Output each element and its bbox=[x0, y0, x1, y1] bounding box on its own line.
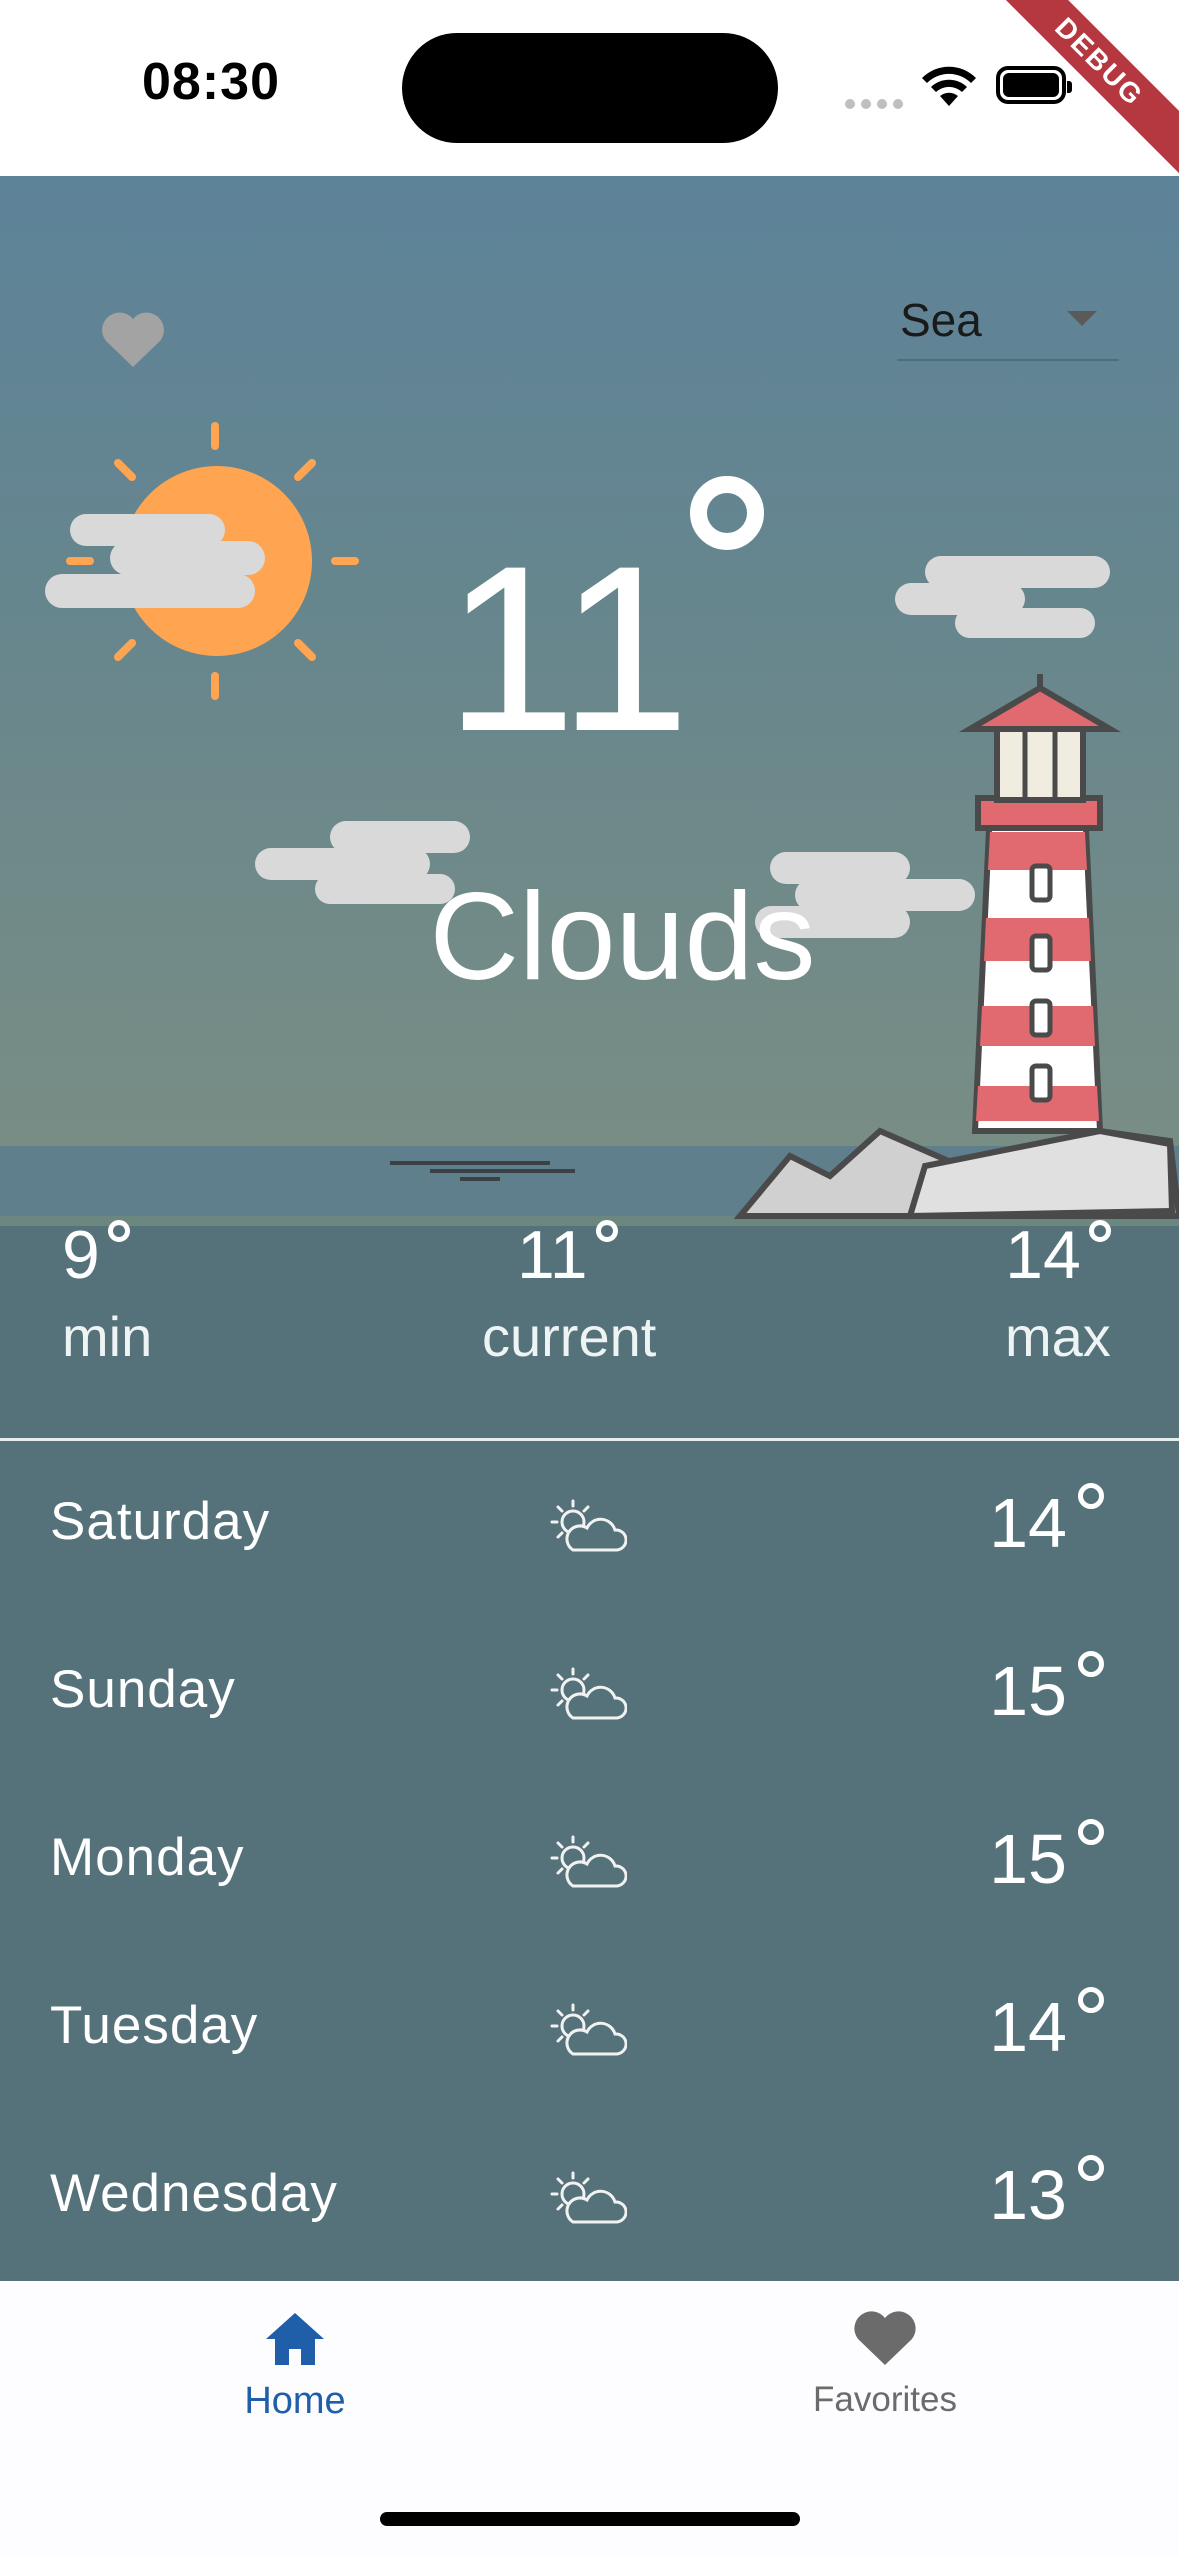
weather-condition: Clouds bbox=[429, 868, 816, 1006]
home-icon bbox=[266, 2313, 324, 2365]
dynamic-island bbox=[402, 33, 778, 143]
forecast-row: Tuesday 14 bbox=[0, 1945, 1179, 2113]
forecast-day: Saturday bbox=[50, 1492, 271, 1551]
wifi-icon bbox=[922, 66, 976, 106]
partly-cloudy-icon bbox=[550, 2003, 627, 2056]
favorite-toggle-heart-icon[interactable] bbox=[100, 311, 166, 369]
tab-home[interactable]: Home bbox=[195, 2311, 395, 2423]
stat-max: 14 max bbox=[995, 1216, 1111, 1369]
current-temperature: 11 bbox=[445, 517, 690, 781]
chevron-down-icon bbox=[1067, 311, 1097, 326]
forecast-temp: 15 bbox=[989, 1820, 1067, 1898]
stat-min: 9 min bbox=[62, 1216, 152, 1369]
forecast-list: Saturday 14 Sunday 15 Monday 15 Tuesday … bbox=[0, 1441, 1179, 2281]
temperature-stats: 9 min 11 current 14 max bbox=[0, 1217, 1179, 1438]
forecast-day: Monday bbox=[50, 1828, 245, 1887]
degree-symbol bbox=[1078, 1483, 1104, 1509]
partly-cloudy-icon bbox=[550, 1667, 627, 1720]
forecast-day: Sunday bbox=[50, 1660, 236, 1719]
degree-symbol bbox=[1078, 1819, 1104, 1845]
city-dropdown[interactable]: Sea bbox=[897, 281, 1119, 361]
degree-symbol bbox=[1088, 1220, 1111, 1242]
stat-max-label: max bbox=[1005, 1305, 1111, 1368]
status-time: 08:30 bbox=[142, 53, 280, 111]
home-indicator bbox=[380, 2512, 800, 2526]
partly-cloudy-icon bbox=[550, 1499, 627, 1552]
status-bar: 08:30 bbox=[0, 0, 1179, 176]
tab-home-label: Home bbox=[244, 2380, 346, 2422]
degree-symbol bbox=[1078, 2155, 1104, 2181]
stat-min-label: min bbox=[62, 1305, 153, 1368]
degree-symbol bbox=[107, 1220, 130, 1242]
forecast-row: Saturday 14 bbox=[0, 1441, 1179, 1609]
forecast-day: Tuesday bbox=[50, 1996, 259, 2055]
stat-current-label: current bbox=[482, 1305, 657, 1368]
heart-icon bbox=[854, 2311, 916, 2365]
partly-cloudy-icon bbox=[550, 2171, 627, 2224]
degree-symbol bbox=[1078, 1651, 1104, 1677]
stat-current: 11 current bbox=[482, 1216, 656, 1369]
forecast-row: Monday 15 bbox=[0, 1777, 1179, 1945]
city-dropdown-value: Sea bbox=[900, 294, 982, 346]
forecast-temp: 13 bbox=[989, 2156, 1067, 2234]
degree-symbol bbox=[1078, 1987, 1104, 2013]
forecast-row: Sunday 15 bbox=[0, 1609, 1179, 1777]
stat-min-value: 9 bbox=[62, 1217, 100, 1293]
degree-symbol bbox=[690, 476, 764, 550]
forecast-temp: 14 bbox=[989, 1484, 1067, 1562]
degree-symbol bbox=[595, 1220, 618, 1242]
cellular-signal-icon bbox=[845, 96, 909, 114]
weather-hero: Sea 11 Clouds bbox=[0, 176, 1179, 1226]
stat-max-value: 14 bbox=[1005, 1217, 1081, 1293]
tab-favorites[interactable]: Favorites bbox=[785, 2311, 985, 2420]
tab-favorites-label: Favorites bbox=[813, 2380, 957, 2419]
partly-cloudy-icon bbox=[550, 1835, 627, 1888]
battery-icon bbox=[996, 66, 1072, 104]
stat-current-value: 11 bbox=[517, 1217, 588, 1293]
forecast-temp: 14 bbox=[989, 1988, 1067, 2066]
forecast-temp: 15 bbox=[989, 1652, 1067, 1730]
forecast-row: Wednesday 13 bbox=[0, 2113, 1179, 2281]
forecast-day: Wednesday bbox=[50, 2164, 338, 2223]
